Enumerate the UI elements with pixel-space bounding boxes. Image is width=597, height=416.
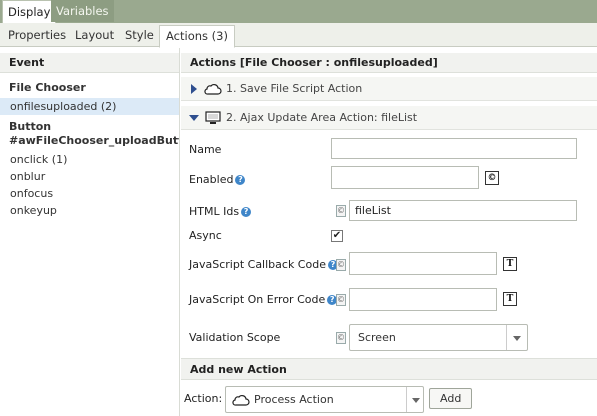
enabled-input[interactable] (331, 166, 479, 189)
validation-scope-label: Validation Scope (189, 331, 281, 344)
sub-tab-bar: Properties Layout Style Actions (3) (0, 23, 597, 48)
onerror-label: JavaScript On Error Code? (189, 293, 338, 306)
async-checkbox[interactable]: ✔ (331, 230, 343, 242)
chevron-down-icon (412, 398, 420, 403)
onerror-input[interactable] (349, 288, 497, 311)
add-action-button[interactable]: Add (429, 388, 473, 409)
callback-text-editor-button[interactable]: T (503, 257, 517, 271)
onerror-text-editor-button[interactable]: T (503, 292, 517, 306)
event-group-button-id: #awFileChooser_uploadButton_15: (9, 134, 179, 147)
callback-label: JavaScript Callback Code? (189, 258, 338, 271)
monitor-icon (204, 110, 222, 126)
action-row-save-file[interactable]: 1. Save File Script Action (181, 77, 597, 101)
event-header: Event (0, 53, 179, 73)
cloud-icon (204, 81, 222, 97)
expression-toggle-icon[interactable]: © (336, 294, 346, 306)
enabled-expression-button[interactable]: © (485, 171, 499, 185)
tab-display[interactable]: Display (2, 0, 57, 23)
expression-toggle-icon[interactable]: © (336, 332, 346, 344)
validation-scope-select[interactable]: Screen (349, 324, 528, 351)
actions-pane: Actions [File Chooser : onfilesuploaded]… (181, 48, 597, 416)
tab-actions[interactable]: Actions (3) (159, 25, 235, 48)
expand-arrow-icon[interactable] (191, 84, 197, 94)
html-ids-label: HTML Ids? (189, 205, 252, 218)
event-group-file-chooser: File Chooser (9, 81, 86, 94)
new-action-select[interactable]: Process Action (225, 386, 424, 413)
tab-variables[interactable]: Variables (51, 0, 114, 22)
help-icon[interactable]: ? (241, 207, 252, 217)
event-item-onkeyup[interactable]: onkeyup (0, 202, 179, 219)
collapse-arrow-icon[interactable] (189, 115, 199, 121)
actions-header: Actions [File Chooser : onfilesuploaded] (181, 53, 597, 73)
action-select-label: Action: (184, 392, 223, 405)
action-row-ajax-update[interactable]: 2. Ajax Update Area Action: fileList (181, 106, 597, 130)
tab-layout[interactable]: Layout (69, 25, 120, 47)
new-action-value: Process Action (254, 393, 334, 406)
enabled-label: Enabled? (189, 173, 246, 186)
cloud-icon (232, 392, 250, 408)
event-pane: Event File Chooser onfilesuploaded (2) B… (0, 48, 180, 416)
expression-toggle-icon[interactable]: © (336, 259, 346, 271)
select-divider (406, 387, 407, 412)
name-input[interactable] (331, 138, 577, 159)
callback-input[interactable] (349, 252, 497, 275)
html-ids-input[interactable]: fileList (349, 200, 577, 221)
event-item-onblur[interactable]: onblur (0, 168, 179, 185)
async-label: Async (189, 229, 222, 242)
tab-style[interactable]: Style (119, 25, 160, 47)
expression-toggle-icon[interactable]: © (336, 205, 346, 217)
event-item-onclick[interactable]: onclick (1) (0, 151, 179, 168)
add-action-header: Add new Action (181, 358, 597, 380)
event-item-onfilesuploaded[interactable]: onfilesuploaded (2) (0, 98, 179, 115)
action-label: 1. Save File Script Action (226, 82, 363, 95)
name-label: Name (189, 143, 222, 156)
validation-scope-value: Screen (358, 331, 396, 344)
event-item-onfocus[interactable]: onfocus (0, 185, 179, 202)
help-icon[interactable]: ? (235, 175, 246, 185)
action-label: 2. Ajax Update Area Action: fileList (226, 111, 418, 124)
select-divider (506, 325, 507, 350)
tab-properties[interactable]: Properties (2, 25, 72, 47)
event-group-button-title: Button (9, 120, 52, 133)
top-tab-bar: Display Variables (0, 0, 597, 23)
chevron-down-icon (513, 336, 521, 341)
